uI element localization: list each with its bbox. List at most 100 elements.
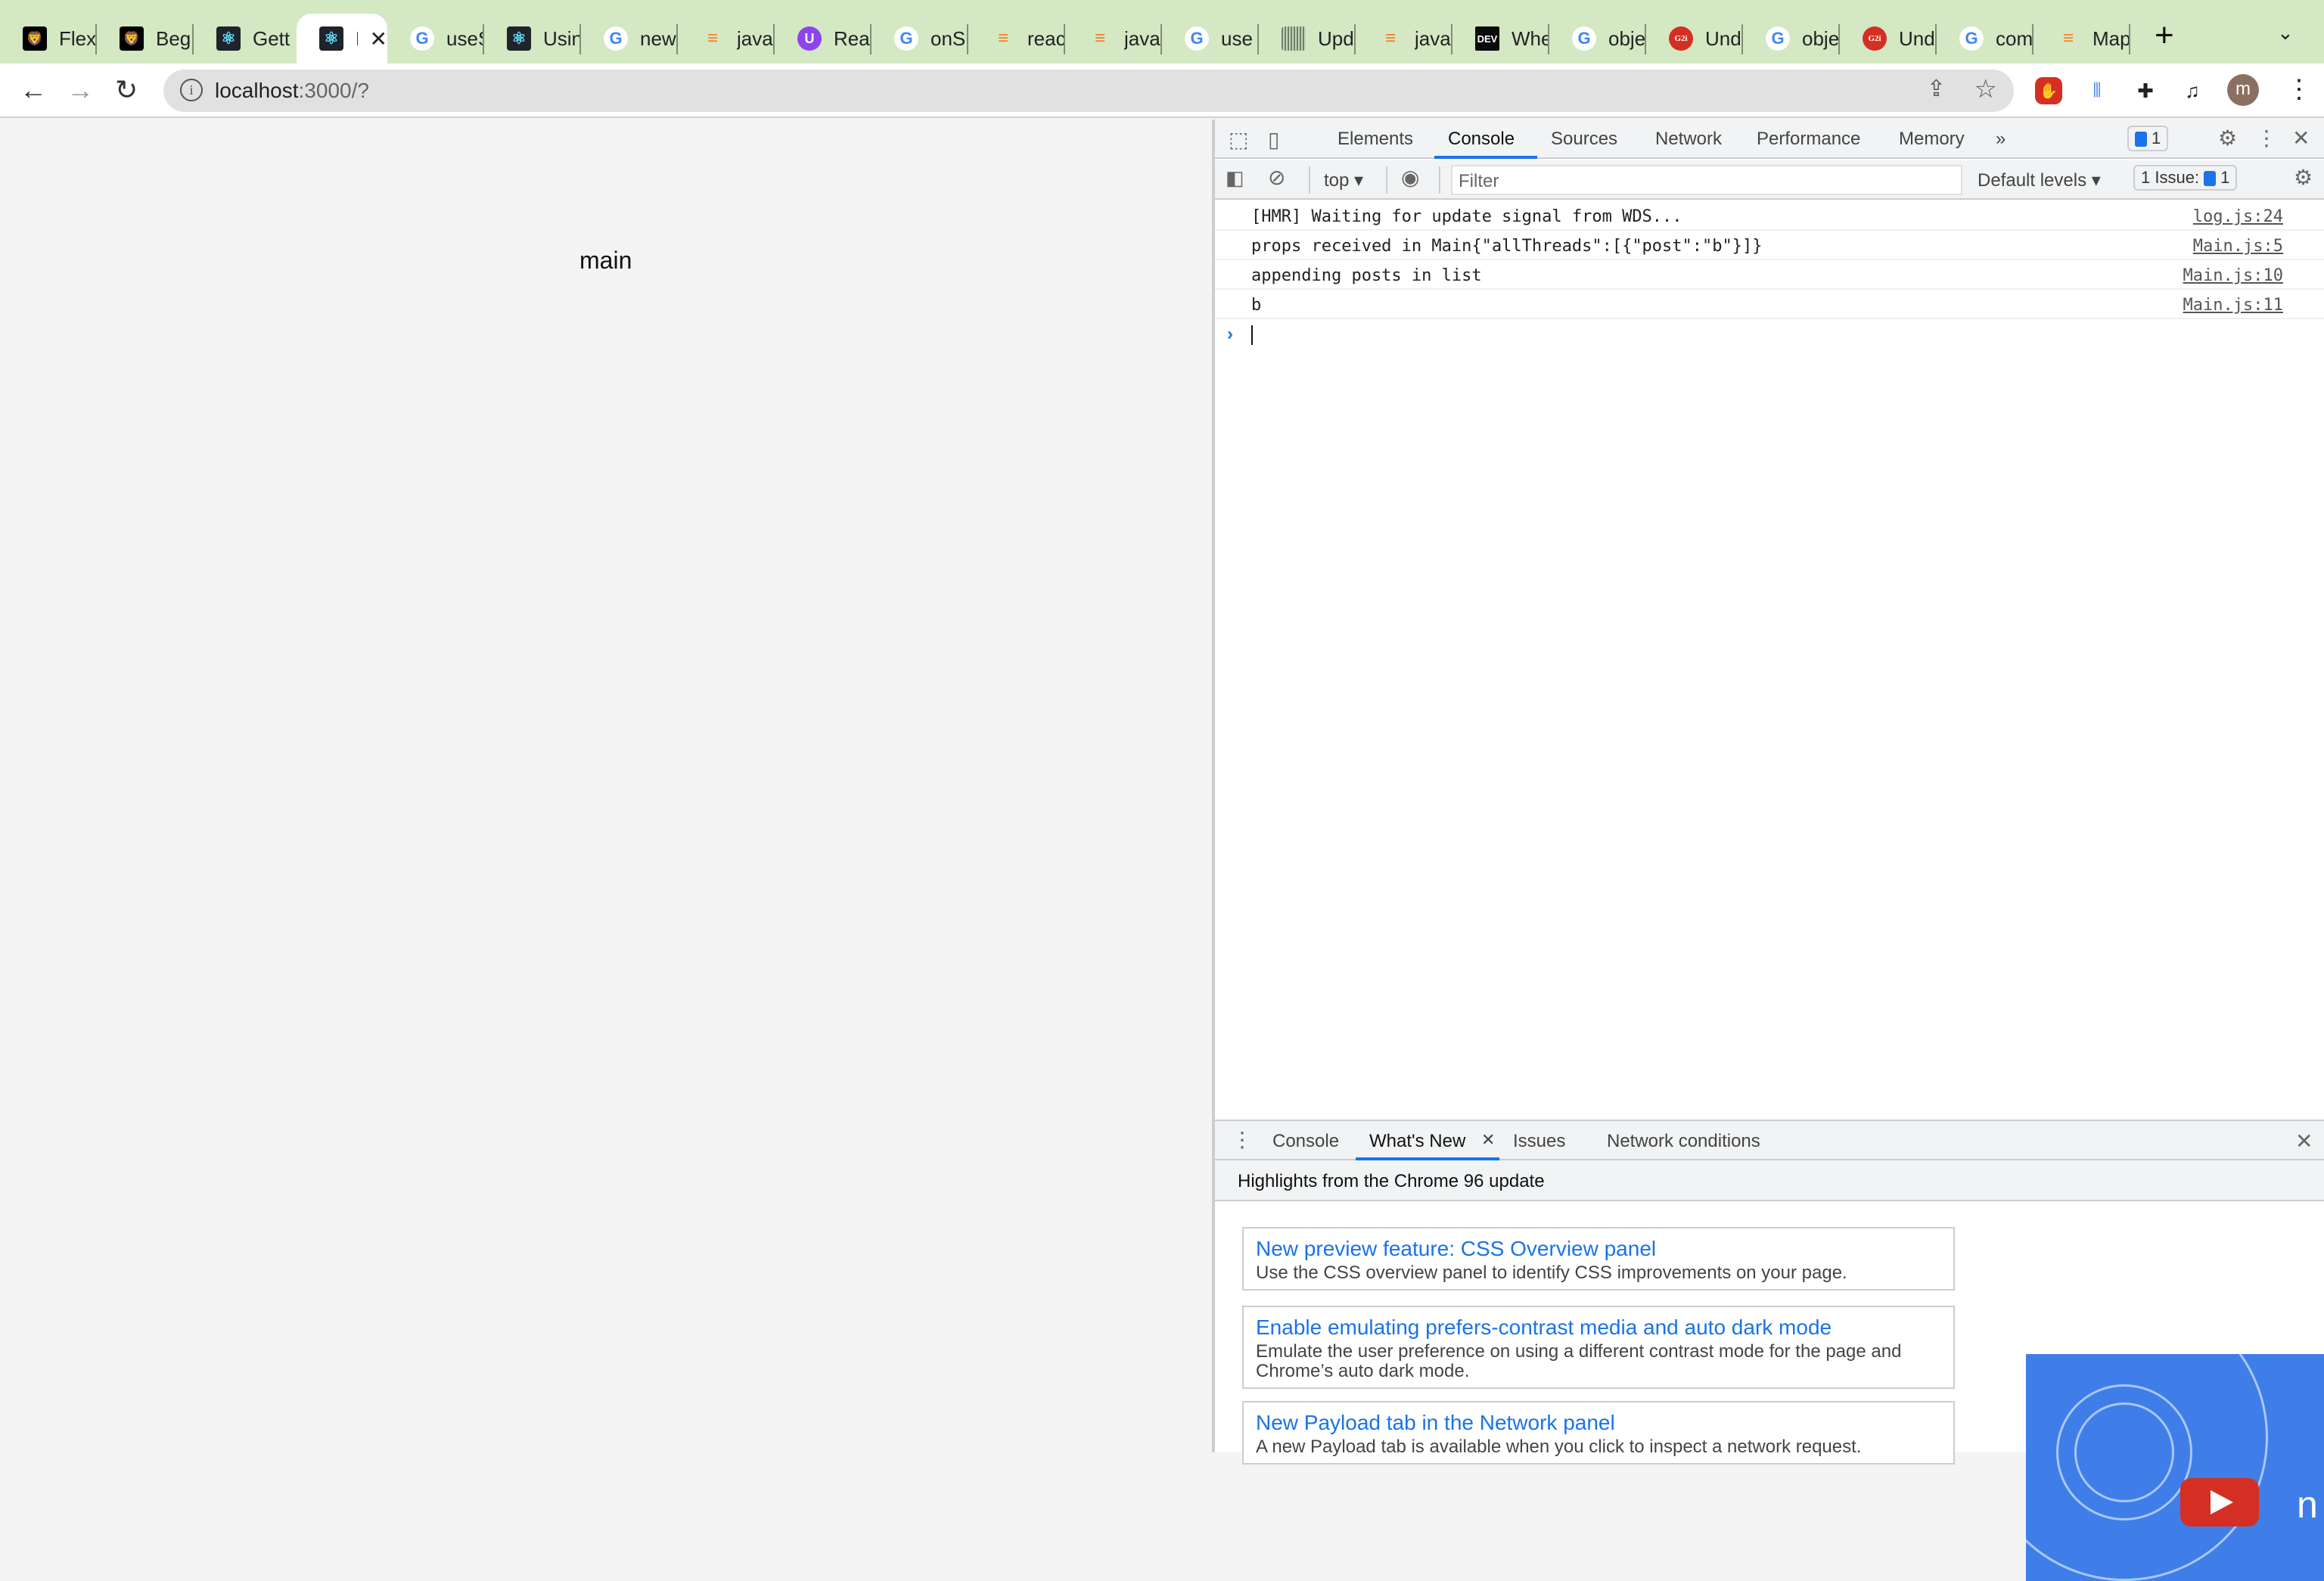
console-prompt[interactable]: › <box>1215 319 2324 348</box>
drawer-tab-whats-new[interactable]: What's New <box>1369 1131 1465 1152</box>
live-expression-eye-icon[interactable]: ◉ <box>1401 165 1419 190</box>
browser-tab[interactable]: Guse <box>1162 14 1259 64</box>
back-button[interactable]: ← <box>20 74 47 106</box>
tab-sources[interactable]: Sources <box>1551 129 1617 150</box>
dev-icon: DEV <box>1475 26 1499 51</box>
sidebar-toggle-icon[interactable]: ◧ <box>1226 166 1244 190</box>
browser-tab[interactable]: ≡ Map <box>2034 14 2130 64</box>
browser-tab[interactable]: G2i Under <box>1840 14 1937 64</box>
tab-elements[interactable]: Elements <box>1338 129 1413 150</box>
drawer-tab-issues[interactable]: Issues <box>1513 1131 1565 1152</box>
messages-badge[interactable]: 1 <box>2127 126 2169 151</box>
tab-title: object <box>1608 26 1646 50</box>
google-icon: G <box>1959 26 1984 51</box>
tab-memory[interactable]: Memory <box>1899 129 1965 150</box>
new-tab-button[interactable]: + <box>2155 17 2174 54</box>
whats-new-video-thumbnail[interactable]: n <box>2026 1354 2324 1581</box>
url-text[interactable]: localhost:3000/? <box>215 79 369 103</box>
devtools-menu-icon[interactable]: ⋮ <box>2256 126 2277 151</box>
browser-tab[interactable]: Gobject <box>1743 14 1840 64</box>
site-info-icon[interactable]: i <box>180 79 203 101</box>
lion-icon: 🦁 <box>120 26 144 51</box>
tab-search-button[interactable]: ⌄ <box>2277 21 2294 45</box>
browser-tab[interactable]: G2i Under <box>1646 14 1743 64</box>
browser-tab[interactable]: Gnew <box>581 14 678 64</box>
browser-tab[interactable]: Gcom <box>1937 14 2034 64</box>
close-tab-icon[interactable]: ✕ <box>370 26 387 51</box>
context-selector[interactable]: top ▾ <box>1324 169 1363 191</box>
browser-tab[interactable]: GonSubmit <box>872 14 968 64</box>
log-source-link[interactable]: Main.js:10 <box>2183 266 2283 285</box>
log-source-link[interactable]: Main.js:11 <box>2183 296 2283 315</box>
device-toolbar-icon[interactable]: ▯ <box>1268 127 1279 152</box>
card-description: A new Payload tab is available when you … <box>1256 1437 1862 1457</box>
browser-tab[interactable]: ≡ javascript <box>1356 14 1452 64</box>
browser-tab[interactable]: GuseState <box>387 14 484 64</box>
close-whats-new-icon[interactable]: ✕ <box>1481 1130 1495 1150</box>
whats-new-card: New Payload tab in the Network panel A ne… <box>1242 1401 1955 1465</box>
voice-extension-icon[interactable]: ⦀ <box>2083 77 2111 104</box>
divider <box>1309 166 1310 194</box>
reload-button[interactable]: ↻ <box>115 74 138 106</box>
browser-tab[interactable]: 🦁 Beginner <box>97 14 194 64</box>
log-message: appending posts in list <box>1251 266 1482 285</box>
browser-tab[interactable]: 🦁 FlexBox <box>0 14 97 64</box>
browser-tab[interactable]: ⚛ R ✕ <box>297 14 387 64</box>
youtube-play-icon[interactable] <box>2180 1478 2259 1527</box>
clear-console-icon[interactable]: ⊘ <box>1268 165 1285 190</box>
console-log-row: appending posts in list Main.js:10 <box>1215 260 2324 290</box>
share-icon[interactable]: ⇪ <box>1927 76 1946 102</box>
tab-network[interactable]: Network <box>1655 129 1722 150</box>
drawer-tabbar: ⋮ Console What's New ✕ Issues Network co… <box>1215 1120 2324 1160</box>
udemy-icon: U <box>797 26 822 51</box>
extensions-puzzle-icon[interactable]: ✚ <box>2132 77 2159 104</box>
browser-tab[interactable]: Update <box>1259 14 1356 64</box>
chrome-menu-icon[interactable]: ⋮ <box>2286 74 2312 104</box>
console-log-row: [HMR] Waiting for update signal from WDS… <box>1215 201 2324 231</box>
console-settings-icon[interactable]: ⚙ <box>2294 165 2313 190</box>
page-viewport: main <box>0 120 1212 1452</box>
tab-performance[interactable]: Performance <box>1757 129 1860 150</box>
adblock-extension-icon[interactable]: ✋ <box>2035 77 2062 104</box>
browser-tab[interactable]: ≡ react <box>968 14 1065 64</box>
address-bar[interactable]: i localhost:3000/? ⇪ ☆ <box>163 70 2014 112</box>
main-heading: main <box>579 247 632 274</box>
issues-badge[interactable]: 1 Issue: 1 <box>2133 165 2238 191</box>
close-devtools-icon[interactable]: ✕ <box>2292 126 2310 151</box>
browser-tab[interactable]: ≡ javascript <box>678 14 775 64</box>
profile-avatar[interactable]: m <box>2227 74 2259 106</box>
browser-tab[interactable]: DEV When <box>1452 14 1549 64</box>
drawer-tab-network-conditions[interactable]: Network conditions <box>1607 1131 1760 1152</box>
stackoverflow-icon: ≡ <box>2062 28 2074 48</box>
devtools-panel: ⬚ ▯ Elements Console Sources Network Per… <box>1212 120 2324 1581</box>
close-drawer-icon[interactable]: ✕ <box>2295 1129 2313 1154</box>
browser-tab[interactable]: Gobject <box>1549 14 1646 64</box>
tab-title: object <box>1802 26 1840 50</box>
browser-tab[interactable]: U React <box>775 14 872 64</box>
g2i-icon: G2i <box>1863 26 1887 51</box>
browser-tab[interactable]: ⚛ Getting <box>194 14 290 64</box>
browser-tab[interactable]: ≡ javascript <box>1065 14 1162 64</box>
log-source-link[interactable]: Main.js:5 <box>2193 237 2283 256</box>
media-control-icon[interactable]: ♫ <box>2179 77 2206 104</box>
more-tabs-button[interactable]: » <box>1996 129 2006 150</box>
settings-gear-icon[interactable]: ⚙ <box>2218 126 2237 151</box>
card-title-link[interactable]: New preview feature: CSS Overview panel <box>1256 1235 1941 1263</box>
google-icon: G <box>410 26 434 51</box>
tab-title: Using <box>543 26 581 50</box>
tab-console[interactable]: Console <box>1448 129 1515 150</box>
tab-title: Getting <box>253 26 290 50</box>
log-levels-dropdown[interactable]: Default levels ▾ <box>1978 169 2101 191</box>
card-title-link[interactable]: New Payload tab in the Network panel <box>1256 1409 1941 1437</box>
browser-tab[interactable]: ⚛ Using <box>484 14 581 64</box>
console-filter-input[interactable]: Filter <box>1451 165 1962 195</box>
card-title-link[interactable]: Enable emulating prefers-contrast media … <box>1256 1313 1941 1342</box>
stackoverflow-icon: ≡ <box>997 28 1008 48</box>
inspect-element-icon[interactable]: ⬚ <box>1229 127 1248 152</box>
bookmark-star-icon[interactable]: ☆ <box>1974 74 1997 104</box>
drawer-tab-console[interactable]: Console <box>1272 1131 1339 1152</box>
drawer-menu-icon[interactable]: ⋮ <box>1232 1127 1253 1152</box>
forward-button[interactable]: → <box>67 74 94 106</box>
browser-toolbar: ← → ↻ i localhost:3000/? ⇪ ☆ ✋ ⦀ ✚ ♫ m ⋮ <box>0 64 2324 118</box>
log-source-link[interactable]: log.js:24 <box>2193 207 2283 226</box>
